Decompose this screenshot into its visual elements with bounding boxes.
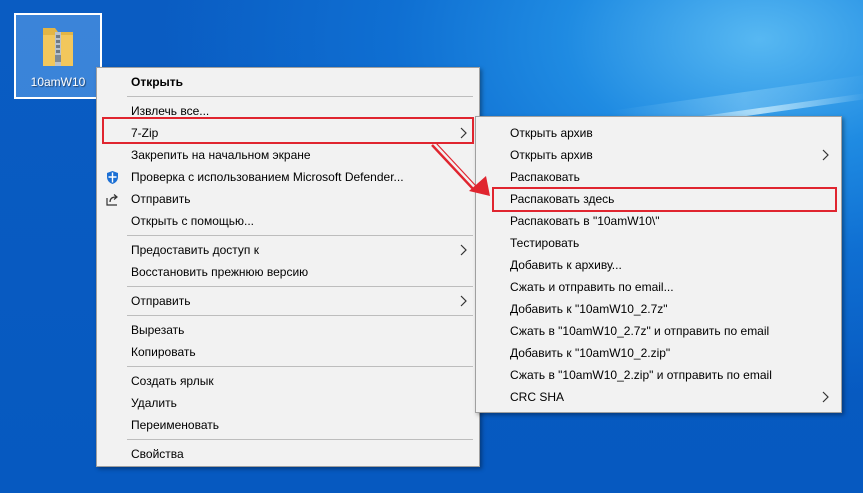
submenu-item-add-7z[interactable]: Добавить к "10amW10_2.7z" [476,298,841,320]
zip-folder-icon [43,28,73,66]
menu-item-send-to[interactable]: Отправить [97,290,479,312]
submenu-item-compress-7z-email[interactable]: Сжать в "10amW10_2.7z" и отправить по em… [476,320,841,342]
chevron-right-icon [822,391,829,403]
desktop[interactable]: 10amW10 Открыть Извлечь все... 7-Zip Зак… [0,0,863,493]
menu-separator [127,439,473,440]
submenu-item-extract-files[interactable]: Распаковать [476,166,841,188]
menu-separator [127,315,473,316]
submenu-item-compress-email[interactable]: Сжать и отправить по email... [476,276,841,298]
menu-separator [127,96,473,97]
menu-item-defender-scan[interactable]: Проверка с использованием Microsoft Defe… [97,166,479,188]
menu-item-pin-start[interactable]: Закрепить на начальном экране [97,144,479,166]
menu-item-rename[interactable]: Переименовать [97,414,479,436]
menu-item-copy[interactable]: Копировать [97,341,479,363]
menu-item-delete[interactable]: Удалить [97,392,479,414]
menu-item-share[interactable]: Отправить [97,188,479,210]
menu-separator [127,235,473,236]
share-icon [106,194,118,206]
submenu-item-open-archive[interactable]: Открыть архив [476,122,841,144]
menu-item-label: CRC SHA [510,390,565,404]
7zip-submenu: Открыть архив Открыть архив Распаковать … [475,116,842,413]
submenu-item-extract-to[interactable]: Распаковать в "10amW10\" [476,210,841,232]
menu-item-open[interactable]: Открыть [97,71,479,93]
submenu-item-add-zip[interactable]: Добавить к "10amW10_2.zip" [476,342,841,364]
submenu-item-crc-sha[interactable]: CRC SHA [476,386,841,408]
menu-separator [127,286,473,287]
menu-item-label: Проверка с использованием Microsoft Defe… [131,170,404,184]
menu-item-properties[interactable]: Свойства [97,443,479,465]
menu-item-give-access[interactable]: Предоставить доступ к [97,239,479,261]
submenu-item-test[interactable]: Тестировать [476,232,841,254]
submenu-item-extract-here[interactable]: Распаковать здесь [476,188,841,210]
menu-item-label: Отправить [131,192,191,206]
desktop-icon-zip-folder[interactable]: 10amW10 [14,13,102,99]
chevron-right-icon [460,127,467,139]
chevron-right-icon [822,149,829,161]
submenu-item-open-archive-submenu[interactable]: Открыть архив [476,144,841,166]
menu-item-create-shortcut[interactable]: Создать ярлык [97,370,479,392]
menu-separator [127,366,473,367]
menu-item-label: 7-Zip [131,126,159,140]
chevron-right-icon [460,244,467,256]
defender-shield-icon [107,171,118,184]
menu-item-extract-all[interactable]: Извлечь все... [97,100,479,122]
submenu-item-compress-zip-email[interactable]: Сжать в "10amW10_2.zip" и отправить по e… [476,364,841,386]
desktop-icon-label: 10amW10 [30,75,86,89]
chevron-right-icon [460,295,467,307]
context-menu: Открыть Извлечь все... 7-Zip Закрепить н… [96,67,480,467]
menu-item-restore-previous[interactable]: Восстановить прежнюю версию [97,261,479,283]
menu-item-cut[interactable]: Вырезать [97,319,479,341]
menu-item-label: Отправить [131,294,191,308]
menu-item-label: Открыть архив [510,148,593,162]
menu-item-7zip[interactable]: 7-Zip [97,122,479,144]
menu-item-open-with[interactable]: Открыть с помощью... [97,210,479,232]
submenu-item-add-to-archive[interactable]: Добавить к архиву... [476,254,841,276]
menu-item-label: Предоставить доступ к [131,243,259,257]
